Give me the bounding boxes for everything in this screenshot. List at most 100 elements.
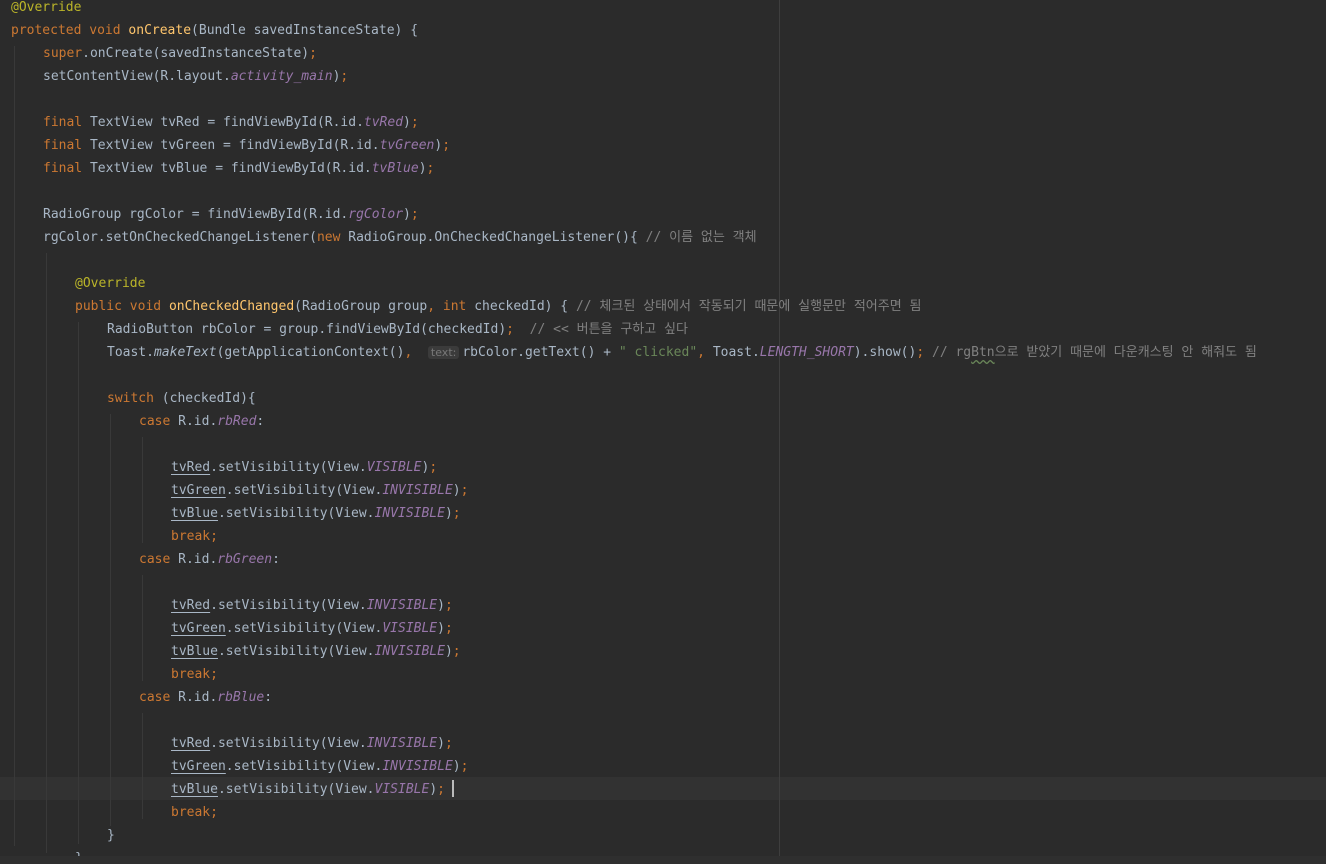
local-variable-token: tvGreen: [171, 759, 226, 774]
annotation-token: @Override: [11, 0, 82, 15]
indent-guide: [142, 713, 143, 819]
local-variable-token: tvGreen: [171, 483, 226, 498]
keyword-token: void: [129, 299, 169, 314]
code-token: ): [437, 598, 445, 613]
local-variable-token: tvGreen: [171, 621, 226, 636]
code-line[interactable]: tvBlue.setVisibility(View.INVISIBLE);: [171, 502, 461, 525]
field-token: VISIBLE: [374, 782, 430, 797]
code-line[interactable]: @Override: [75, 272, 145, 295]
code-line[interactable]: super.onCreate(savedInstanceState);: [43, 42, 317, 65]
keyword-token: ;: [452, 506, 461, 521]
code-line[interactable]: tvBlue.setVisibility(View.VISIBLE);: [171, 778, 445, 801]
field-token: rbRed: [217, 414, 257, 429]
keyword-token: ;: [444, 736, 453, 751]
code-line[interactable]: tvBlue.setVisibility(View.INVISIBLE);: [171, 640, 461, 663]
keyword-token: ,: [697, 345, 713, 360]
field-token: INVISIBLE: [382, 759, 453, 774]
indent-guide: [142, 437, 143, 543]
keyword-token: void: [89, 23, 129, 38]
comment-token: 으로 받았기 때문에 다운캐스팅 안 해줘도 됨: [994, 345, 1257, 360]
code-line[interactable]: break;: [171, 801, 218, 824]
code-line[interactable]: public void onCheckedChanged(RadioGroup …: [75, 295, 921, 318]
keyword-token: , int: [427, 299, 475, 314]
code-token: :: [256, 414, 265, 429]
code-token: .onCreate(savedInstanceState): [82, 46, 310, 61]
method-name-token: onCreate: [128, 23, 192, 38]
code-editor[interactable]: @Override protected void onCreate(Bundle …: [0, 0, 1326, 864]
code-token: RadioGroup rgColor = findViewById(R.id.: [43, 207, 349, 222]
string-token: " clicked": [618, 345, 698, 360]
code-token: ): [437, 736, 445, 751]
code-line[interactable]: case R.id.rbRed:: [139, 410, 264, 433]
code-token: ): [418, 161, 427, 176]
code-line[interactable]: tvRed.setVisibility(View.INVISIBLE);: [171, 594, 453, 617]
code-line[interactable]: break;: [171, 525, 218, 548]
code-line[interactable]: tvGreen.setVisibility(View.INVISIBLE);: [171, 755, 468, 778]
keyword-token: final: [43, 161, 90, 176]
keyword-token: case: [139, 414, 179, 429]
keyword-token: ;: [429, 460, 438, 475]
code-token: .setVisibility(View.: [217, 644, 375, 659]
code-line[interactable]: protected void onCreate(Bundle savedInst…: [11, 19, 418, 42]
code-line[interactable]: tvGreen.setVisibility(View.VISIBLE);: [171, 617, 453, 640]
keyword-token: super: [43, 46, 83, 61]
field-token: VISIBLE: [382, 621, 438, 636]
keyword-token: case: [139, 690, 179, 705]
code-line[interactable]: switch (checkedId){: [107, 387, 256, 410]
code-line[interactable]: final TextView tvBlue = findViewById(R.i…: [43, 157, 434, 180]
code-token: ).show(): [853, 345, 917, 360]
keyword-token: ;: [916, 345, 932, 360]
keyword-token: ;: [410, 207, 419, 222]
code-token: rgColor.setOnCheckedChangeListener(: [43, 230, 317, 245]
code-token: ): [434, 138, 443, 153]
keyword-token: ;: [410, 115, 419, 130]
code-line[interactable]: tvGreen.setVisibility(View.INVISIBLE);: [171, 479, 468, 502]
code-line[interactable]: tvRed.setVisibility(View.INVISIBLE);: [171, 732, 453, 755]
keyword-token: ;: [426, 161, 435, 176]
keyword-token: ;: [340, 69, 349, 84]
code-line[interactable]: Toast.makeText(getApplicationContext(), …: [107, 341, 1257, 364]
local-variable-token: tvRed: [171, 460, 211, 475]
keyword-token: ;: [309, 46, 317, 61]
code-token: Toast.: [712, 345, 760, 360]
keyword-token: final: [43, 138, 90, 153]
comment-token: // 체크된 상태에서 작동되기 때문에 실행문만 적어주면 됨: [575, 299, 922, 314]
code-token: rbColor.getText() +: [462, 345, 619, 360]
code-line[interactable]: case R.id.rbGreen:: [139, 548, 280, 571]
code-token: }: [107, 828, 115, 843]
indent-guide: [78, 322, 79, 844]
code-line[interactable]: final TextView tvGreen = findViewById(R.…: [43, 134, 450, 157]
code-token: .setVisibility(View.: [210, 736, 367, 751]
code-line[interactable]: RadioButton rbColor = group.findViewById…: [107, 318, 688, 341]
parameter-hint: text:: [427, 346, 460, 359]
static-method-token: makeText: [153, 345, 217, 360]
code-token: TextView tvGreen = findViewById(R.id.: [89, 138, 380, 153]
field-token: VISIBLE: [366, 460, 422, 475]
code-line[interactable]: case R.id.rbBlue:: [139, 686, 272, 709]
horizontal-scrollbar[interactable]: [0, 856, 1326, 864]
code-token: ): [403, 115, 411, 130]
code-line[interactable]: RadioGroup rgColor = findViewById(R.id.r…: [43, 203, 419, 226]
text-caret: [452, 780, 454, 797]
code-token: .setVisibility(View.: [210, 460, 367, 475]
code-token: ): [452, 759, 461, 774]
field-token: tvRed: [363, 115, 404, 130]
code-line[interactable]: }: [107, 824, 115, 847]
keyword-token: ;: [437, 782, 445, 797]
code-line[interactable]: break;: [171, 663, 218, 686]
indent-guide: [142, 575, 143, 681]
keyword-token: switch: [107, 391, 162, 406]
field-token: INVISIBLE: [366, 598, 438, 613]
code-line[interactable]: final TextView tvRed = findViewById(R.id…: [43, 111, 419, 134]
code-line[interactable]: tvRed.setVisibility(View.VISIBLE);: [171, 456, 437, 479]
code-token: ): [444, 644, 453, 659]
code-line[interactable]: rgColor.setOnCheckedChangeListener(new R…: [43, 226, 757, 249]
code-token: TextView tvBlue = findViewById(R.id.: [89, 161, 372, 176]
field-token: INVISIBLE: [382, 483, 453, 498]
code-line[interactable]: setContentView(R.layout.activity_main);: [43, 65, 348, 88]
keyword-token: ;: [460, 483, 469, 498]
code-line[interactable]: @Override: [11, 0, 81, 19]
field-token: INVISIBLE: [366, 736, 438, 751]
method-name-token: onCheckedChanged: [168, 299, 295, 314]
keyword-token: public: [75, 299, 130, 314]
